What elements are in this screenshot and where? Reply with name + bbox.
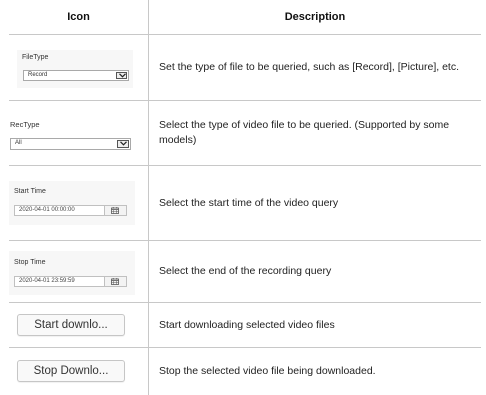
stop-time-label: Stop Time — [14, 259, 46, 266]
filetype-label: FileType — [22, 54, 49, 61]
table-row-stop-download: Stop Downlo... Stop the selected video f… — [9, 348, 481, 395]
rectype-dropdown[interactable]: All — [10, 138, 131, 150]
icon-cell: Stop Time 2020-04-01 23:59:59 — [9, 241, 148, 302]
table-row-rectype: RecType All Select the type of video fil… — [9, 101, 481, 166]
start-download-button[interactable]: Start downlo... — [17, 314, 125, 336]
icon-column-header: Icon — [67, 11, 90, 23]
icon-cell: RecType All — [9, 101, 148, 165]
stop-time-calendar-button[interactable] — [104, 276, 127, 287]
table-row-start-time: Start Time 2020-04-01 00:00:00 Select th… — [9, 166, 481, 241]
icon-cell: Start downlo... — [9, 303, 148, 347]
filetype-description: Set the type of file to be queried, such… — [159, 61, 459, 73]
rectype-label: RecType — [10, 120, 40, 129]
rectype-panel: RecType All — [9, 115, 141, 155]
table-row-filetype: FileType Record Set the type of file to … — [9, 35, 481, 101]
rectype-description: Select the type of video file to be quer… — [159, 119, 450, 146]
stop-download-description: Stop the selected video file being downl… — [159, 365, 376, 377]
start-download-description: Start downloading selected video files — [159, 318, 335, 331]
stop-time-value: 2020-04-01 23:59:59 — [19, 278, 75, 284]
column-divider — [148, 0, 149, 395]
chevron-down-icon[interactable] — [117, 140, 129, 148]
start-time-input[interactable]: 2020-04-01 00:00:00 — [14, 205, 105, 216]
rectype-value: All — [15, 140, 22, 146]
stop-time-panel: Stop Time 2020-04-01 23:59:59 — [9, 251, 135, 295]
start-time-description: Select the start time of the video query — [159, 196, 339, 209]
icon-cell: Stop Downlo... — [9, 348, 148, 395]
filetype-panel: FileType Record — [17, 50, 133, 88]
stop-time-input[interactable]: 2020-04-01 23:59:59 — [14, 276, 105, 287]
description-column-header: Description — [284, 11, 346, 23]
start-time-label: Start Time — [14, 188, 46, 195]
icon-cell: FileType Record — [9, 35, 148, 100]
start-time-value: 2020-04-01 00:00:00 — [19, 207, 75, 213]
icon-description-table: Icon Description FileType Record Set the… — [0, 0, 486, 395]
table-row-start-download: Start downlo... Start downloading select… — [9, 303, 481, 348]
chevron-down-icon[interactable] — [116, 72, 127, 79]
stop-time-description: Select the end of the recording query — [159, 265, 332, 277]
stop-download-button[interactable]: Stop Downlo... — [17, 360, 125, 382]
start-time-panel: Start Time 2020-04-01 00:00:00 — [9, 181, 135, 225]
start-time-calendar-button[interactable] — [104, 205, 127, 216]
filetype-value: Record — [28, 72, 48, 78]
table-header-row: Icon Description — [9, 0, 481, 35]
table-row-stop-time: Stop Time 2020-04-01 23:59:59 Select the… — [9, 241, 481, 303]
icon-cell: Start Time 2020-04-01 00:00:00 — [9, 166, 148, 240]
filetype-dropdown[interactable]: Record — [23, 70, 129, 81]
